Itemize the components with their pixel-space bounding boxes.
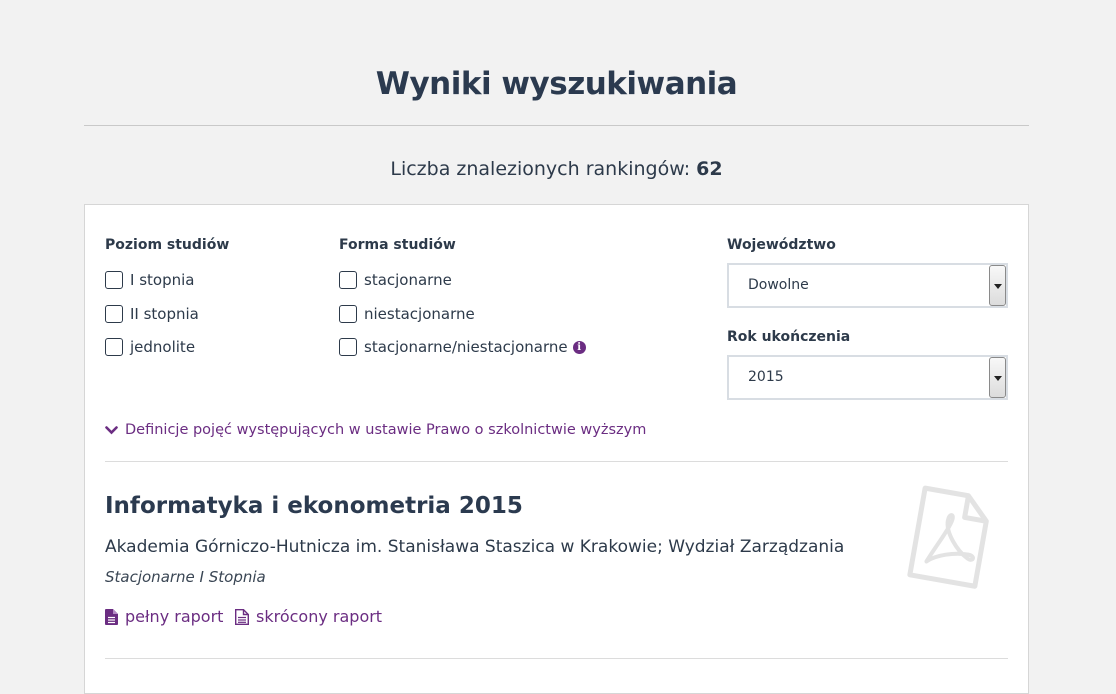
result-mode: Stacjonarne I Stopnia	[105, 568, 266, 586]
year-select[interactable]: 2015	[727, 355, 1008, 400]
file-filled-icon	[105, 608, 118, 625]
level-option-3[interactable]: jednolite	[105, 337, 195, 357]
voivodeship-select[interactable]: Dowolne	[727, 263, 1008, 308]
year-heading: Rok ukończenia	[727, 329, 851, 345]
info-icon[interactable]: i	[572, 340, 586, 354]
chevron-down-icon[interactable]	[989, 265, 1006, 306]
definitions-link[interactable]: Definicje pojęć występujących w ustawie …	[105, 422, 646, 438]
checkbox[interactable]	[339, 271, 357, 289]
level-option-2[interactable]: II stopnia	[105, 304, 199, 324]
form-option-2[interactable]: niestacjonarne	[339, 304, 475, 324]
definitions-link-label: Definicje pojęć występujących w ustawie …	[125, 422, 647, 438]
result-university: Akademia Górniczo-Hutnicza im. Stanisław…	[105, 537, 845, 557]
chevron-down-icon	[105, 425, 118, 434]
results-count-value: 62	[696, 158, 723, 180]
results-count: Liczba znalezionych rankingów: 62	[84, 158, 1029, 180]
divider	[105, 658, 1008, 659]
divider	[105, 461, 1008, 462]
short-report-link[interactable]: skrócony raport	[235, 607, 382, 626]
form-option-1[interactable]: stacjonarne	[339, 270, 452, 290]
voivodeship-heading: Województwo	[727, 237, 836, 253]
checkbox-label: stacjonarne	[364, 271, 452, 289]
full-report-link[interactable]: pełny raport	[105, 607, 223, 626]
search-panel: Poziom studiów I stopnia II stopnia jedn…	[84, 204, 1029, 694]
form-heading: Forma studiów	[339, 237, 456, 253]
results-count-label: Liczba znalezionych rankingów:	[390, 158, 691, 180]
level-heading: Poziom studiów	[105, 237, 230, 253]
checkbox[interactable]	[105, 338, 123, 356]
pdf-icon[interactable]	[903, 485, 995, 589]
form-option-3[interactable]: stacjonarne/niestacjonarne i	[339, 337, 586, 357]
file-outline-icon	[235, 608, 249, 625]
checkbox-label: niestacjonarne	[364, 305, 475, 323]
year-select-value: 2015	[748, 369, 784, 385]
checkbox-label: I stopnia	[130, 271, 195, 289]
page-title: Wyniki wyszukiwania	[375, 66, 738, 102]
checkbox-label: II stopnia	[130, 305, 199, 323]
checkbox-label: jednolite	[130, 338, 196, 356]
checkbox[interactable]	[105, 271, 123, 289]
checkbox[interactable]	[339, 338, 357, 356]
full-report-label: pełny raport	[125, 607, 224, 626]
result-title: Informatyka i ekonometria 2015	[105, 493, 523, 519]
checkbox[interactable]	[339, 305, 357, 323]
title-divider	[84, 125, 1029, 126]
chevron-down-icon[interactable]	[989, 357, 1006, 398]
checkbox[interactable]	[105, 305, 123, 323]
level-option-1[interactable]: I stopnia	[105, 270, 194, 290]
short-report-label: skrócony raport	[256, 607, 383, 626]
voivodeship-select-value: Dowolne	[748, 277, 809, 293]
checkbox-label: stacjonarne/niestacjonarne	[364, 338, 568, 356]
